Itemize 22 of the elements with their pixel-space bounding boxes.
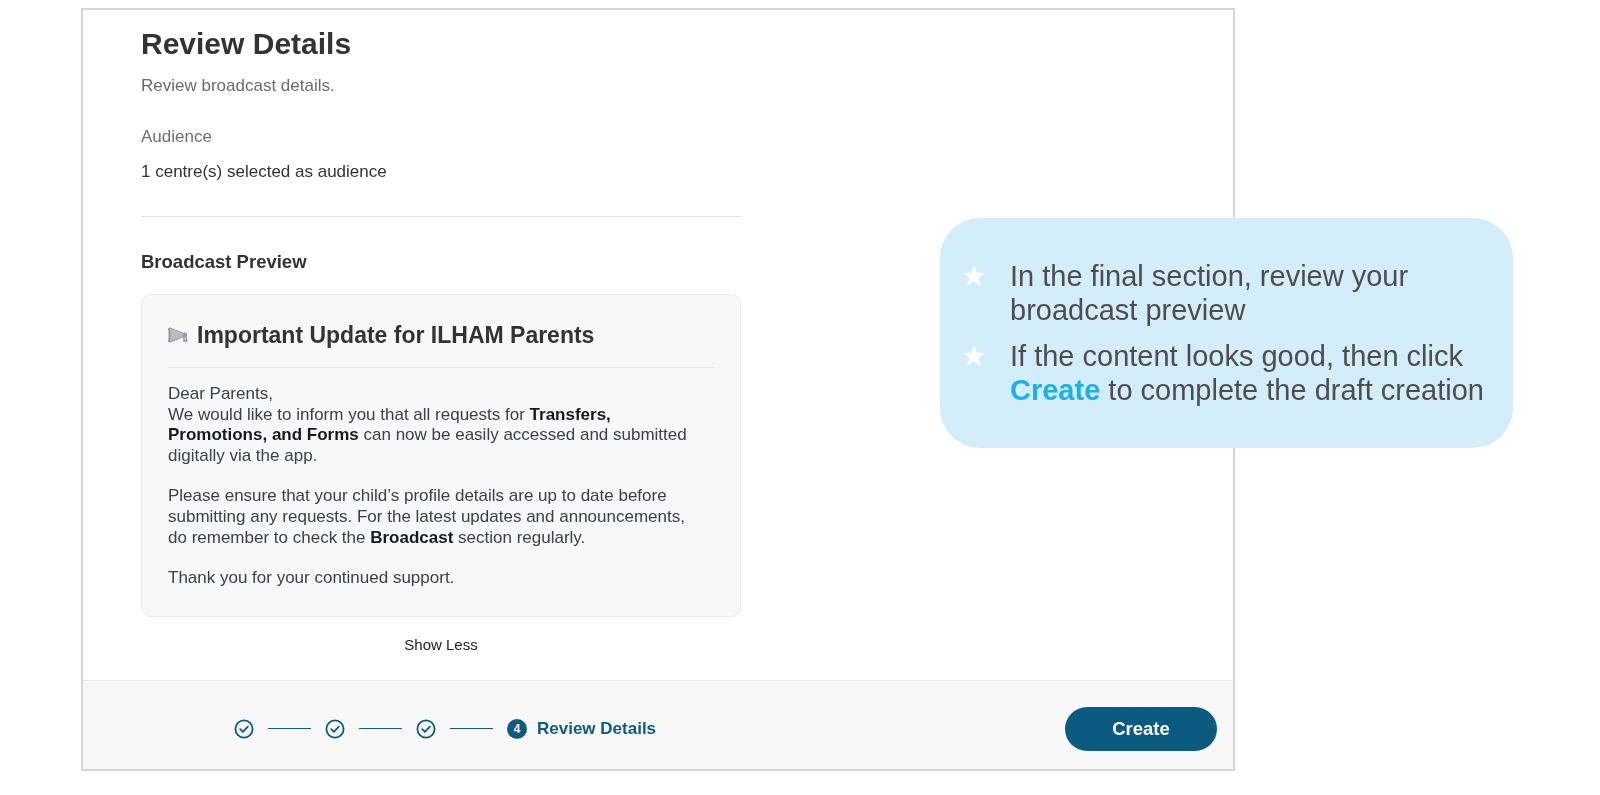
step-label: Review Details xyxy=(537,718,657,739)
step-connector xyxy=(268,728,311,729)
message-paragraph: Please ensure that your child’s profile details are up to date before submitting any requests. For the latest updates and announcements, do remember to check the Broadcast section regularly. xyxy=(168,486,686,549)
tip-text: In the final section, review your broadcast preview xyxy=(1010,259,1410,327)
megaphone-icon xyxy=(168,325,190,345)
star-icon xyxy=(962,344,986,368)
tip-text: If the content looks good, then click Create to complete the draft creation xyxy=(1010,339,1485,407)
message-paragraph: Thank you for your continued support. xyxy=(168,568,456,589)
message-paragraph: We would like to inform you that all requests for Transfers, Promotions, and Forms can now be easily accessed and submitted digitally via the app. xyxy=(168,404,688,467)
audience-label: Audience xyxy=(141,126,213,148)
step-connector xyxy=(450,728,493,729)
page-title: Review Details xyxy=(141,26,353,62)
show-less-link[interactable]: Show Less xyxy=(404,635,478,654)
create-button[interactable]: Create xyxy=(1065,706,1217,751)
message-greeting: Dear Parents, xyxy=(168,384,274,405)
star-icon xyxy=(962,264,986,288)
step-connector xyxy=(359,728,402,729)
preview-heading: Broadcast Preview xyxy=(141,250,308,274)
step-number: 4 xyxy=(507,718,527,739)
page-subtitle: Review broadcast details. xyxy=(141,75,336,97)
audience-value: 1 centre(s) selected as audience xyxy=(141,161,388,183)
message-title: Important Update for ILHAM Parents xyxy=(197,321,595,350)
